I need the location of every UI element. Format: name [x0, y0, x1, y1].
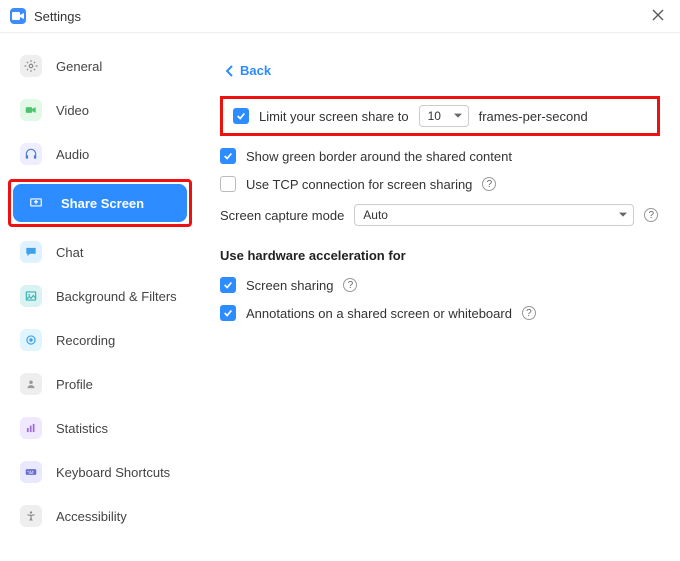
- limit-fps-suffix: frames-per-second: [479, 109, 588, 124]
- back-label: Back: [240, 63, 271, 78]
- share-screen-icon: [25, 192, 47, 214]
- keyboard-icon: [20, 461, 42, 483]
- bar-chart-icon: [20, 417, 42, 439]
- limit-fps-prefix: Limit your screen share to: [259, 109, 409, 124]
- video-icon: [20, 99, 42, 121]
- gear-icon: [20, 55, 42, 77]
- help-icon[interactable]: ?: [343, 278, 357, 292]
- app-icon: [10, 8, 26, 24]
- close-icon[interactable]: [646, 6, 670, 26]
- sidebar-item-general[interactable]: General: [8, 47, 192, 85]
- green-border-label: Show green border around the shared cont…: [246, 149, 512, 164]
- green-border-checkbox[interactable]: [220, 148, 236, 164]
- sidebar-label: Share Screen: [61, 196, 144, 211]
- sidebar-label: Video: [56, 103, 89, 118]
- sidebar-item-audio[interactable]: Audio: [8, 135, 192, 173]
- chat-icon: [20, 241, 42, 263]
- help-icon[interactable]: ?: [522, 306, 536, 320]
- sidebar-item-background[interactable]: Background & Filters: [8, 277, 192, 315]
- hw-annot-label: Annotations on a shared screen or whiteb…: [246, 306, 512, 321]
- hw-accel-title: Use hardware acceleration for: [220, 248, 660, 263]
- sidebar-item-video[interactable]: Video: [8, 91, 192, 129]
- chevron-left-icon: [226, 65, 234, 77]
- highlight-annotation-sidebar: Share Screen: [8, 179, 192, 227]
- back-link[interactable]: Back: [226, 63, 660, 78]
- sidebar-label: General: [56, 59, 102, 74]
- sidebar: General Video Audio Share Screen Chat Ba…: [0, 33, 200, 561]
- capture-mode-select[interactable]: Auto: [354, 204, 634, 226]
- record-icon: [20, 329, 42, 351]
- hw-annot-checkbox[interactable]: [220, 305, 236, 321]
- sidebar-item-accessibility[interactable]: Accessibility: [8, 497, 192, 535]
- sidebar-label: Background & Filters: [56, 289, 177, 304]
- sidebar-label: Profile: [56, 377, 93, 392]
- sidebar-label: Accessibility: [56, 509, 127, 524]
- sidebar-item-keyboard[interactable]: Keyboard Shortcuts: [8, 453, 192, 491]
- sidebar-label: Recording: [56, 333, 115, 348]
- image-icon: [20, 285, 42, 307]
- accessibility-icon: [20, 505, 42, 527]
- hw-share-label: Screen sharing: [246, 278, 333, 293]
- limit-fps-checkbox[interactable]: [233, 108, 249, 124]
- content-pane: Back Limit your screen share to 10 frame…: [200, 33, 680, 561]
- window-title: Settings: [34, 9, 81, 24]
- help-icon[interactable]: ?: [482, 177, 496, 191]
- capture-mode-label: Screen capture mode: [220, 208, 344, 223]
- headphones-icon: [20, 143, 42, 165]
- tcp-checkbox[interactable]: [220, 176, 236, 192]
- tcp-label: Use TCP connection for screen sharing: [246, 177, 472, 192]
- sidebar-label: Chat: [56, 245, 83, 260]
- fps-select[interactable]: 10: [419, 105, 469, 127]
- sidebar-item-profile[interactable]: Profile: [8, 365, 192, 403]
- user-icon: [20, 373, 42, 395]
- sidebar-item-chat[interactable]: Chat: [8, 233, 192, 271]
- sidebar-item-share-screen[interactable]: Share Screen: [13, 184, 187, 222]
- sidebar-label: Statistics: [56, 421, 108, 436]
- sidebar-item-statistics[interactable]: Statistics: [8, 409, 192, 447]
- sidebar-item-recording[interactable]: Recording: [8, 321, 192, 359]
- hw-share-checkbox[interactable]: [220, 277, 236, 293]
- sidebar-label: Audio: [56, 147, 89, 162]
- sidebar-label: Keyboard Shortcuts: [56, 465, 170, 480]
- highlight-annotation-fps: Limit your screen share to 10 frames-per…: [220, 96, 660, 136]
- help-icon[interactable]: ?: [644, 208, 658, 222]
